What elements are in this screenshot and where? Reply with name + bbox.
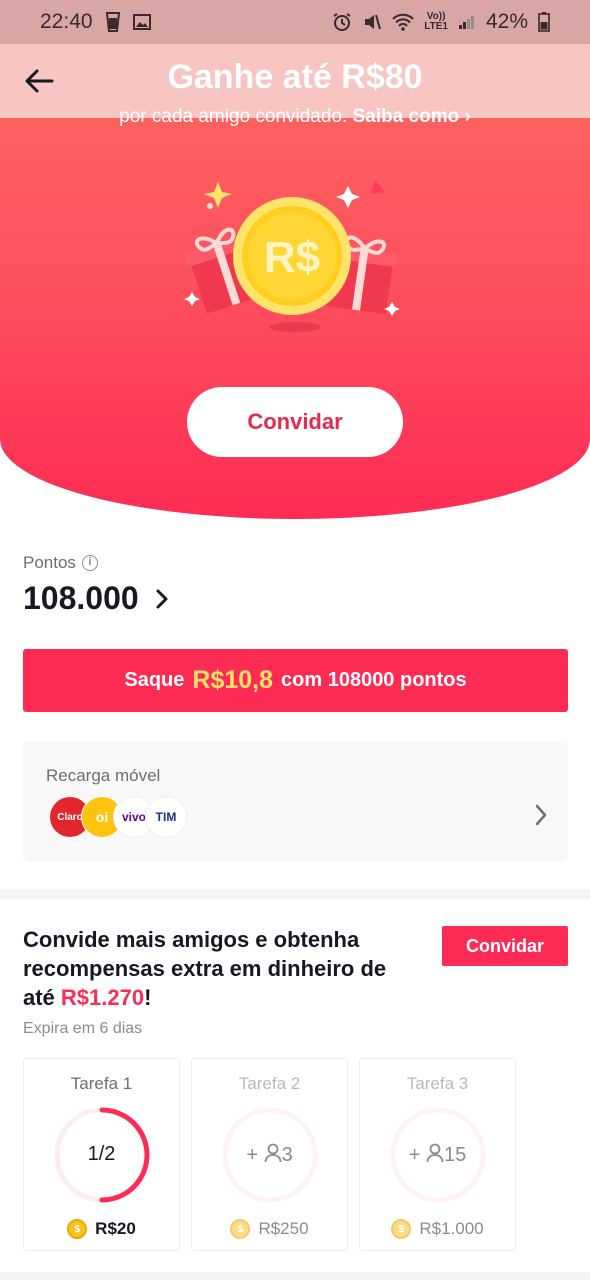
task-title: Tarefa 2 — [238, 1074, 301, 1093]
section-divider — [0, 889, 590, 899]
plus-sign: + — [408, 1144, 421, 1166]
signal-icon — [458, 16, 474, 29]
withdraw-prefix: Saque — [124, 669, 185, 691]
battery-percent: 42% — [485, 10, 528, 33]
cup-icon — [105, 12, 120, 32]
gallery-icon — [132, 14, 151, 30]
recharge-title: Recarga móvel — [46, 766, 161, 785]
info-icon[interactable]: i — [81, 555, 98, 571]
invite-button[interactable]: Convidar — [187, 387, 403, 457]
network-type: Vo)) LTE1 — [424, 12, 448, 32]
points-value-row[interactable]: 108.000 — [23, 580, 169, 617]
mute-icon — [365, 14, 382, 30]
points-value: 108.000 — [23, 580, 139, 616]
task-title: Tarefa 3 — [406, 1074, 469, 1093]
task-progress-text: + 3 — [192, 1143, 347, 1167]
task-target-count: 15 — [444, 1144, 467, 1166]
hero-subtitle: por cada amigo convidado. Saiba como › — [0, 106, 590, 128]
task-reward: $ R$1.000 — [360, 1219, 515, 1239]
person-icon — [426, 1143, 444, 1163]
plus-sign: + — [246, 1144, 258, 1166]
operator-logos: Claro oi vivo TIM — [49, 796, 189, 840]
invite-more-button[interactable]: Convidar — [442, 926, 568, 966]
coin-icon: $ — [67, 1219, 88, 1239]
person-icon — [264, 1143, 281, 1163]
alarm-icon — [333, 13, 351, 31]
task-card-2[interactable]: Tarefa 2 + 3 $ R$250 — [191, 1058, 348, 1251]
withdraw-suffix: com 108000 pontos — [281, 669, 467, 691]
learn-more-link[interactable]: Saiba como › — [353, 106, 471, 127]
status-bar: 22:40 Vo)) LTE1 42% — [0, 0, 590, 44]
task-reward: $ R$20 — [24, 1219, 179, 1239]
mobile-recharge-card[interactable]: Recarga móvel Claro oi vivo TIM — [23, 741, 568, 862]
task-progress-text: 1/2 — [87, 1143, 116, 1165]
battery-icon — [538, 12, 550, 32]
coin-gift-illustration: R$ — [183, 180, 400, 332]
chevron-right-icon — [535, 804, 547, 826]
tasks-heading-suffix: ! — [144, 985, 152, 1010]
wifi-icon — [392, 13, 414, 31]
lte-label: LTE1 — [424, 21, 448, 32]
points-label: Pontos — [23, 553, 76, 572]
tasks-heading-amount: R$1.270 — [60, 985, 145, 1010]
hero-banner: Ganhe até R$80 por cada amigo convidado.… — [0, 44, 590, 519]
status-time: 22:40 — [40, 10, 93, 33]
withdraw-button[interactable]: Saque R$10,8 com 108000 pontos — [23, 649, 568, 712]
task-reward-amount: R$20 — [95, 1219, 136, 1238]
page-title: Ganhe até R$80 — [167, 58, 423, 96]
task-progress-text: + 15 — [360, 1143, 515, 1167]
coin-icon: $ — [391, 1219, 412, 1239]
task-reward-amount: R$250 — [258, 1219, 309, 1238]
task-target-count: 3 — [281, 1144, 293, 1166]
points-label-row: Pontos i — [23, 553, 98, 573]
learn-more-label: Saiba como — [352, 106, 460, 127]
subtitle-text: por cada amigo convidado. — [119, 106, 348, 127]
task-reward-amount: R$1.000 — [419, 1219, 484, 1238]
chevron-right-icon — [156, 589, 168, 608]
task-card-3[interactable]: Tarefa 3 + 15 $ R$1.000 — [359, 1058, 516, 1251]
coin-icon: $ — [230, 1219, 251, 1239]
task-reward: $ R$250 — [192, 1219, 347, 1239]
withdraw-amount: R$10,8 — [192, 666, 274, 694]
task-title: Tarefa 1 — [70, 1074, 133, 1093]
svg-text:R$: R$ — [264, 233, 320, 282]
operator-logo-tim: TIM — [145, 796, 187, 838]
expiry-text: Expira em 6 dias — [23, 1020, 143, 1037]
tasks-heading: Convide mais amigos e obtenha recompensa… — [23, 925, 423, 1012]
bottom-divider — [0, 1272, 590, 1280]
task-card-1[interactable]: Tarefa 1 1/2 $ R$20 — [23, 1058, 180, 1251]
chevron-right-icon: › — [464, 106, 471, 127]
